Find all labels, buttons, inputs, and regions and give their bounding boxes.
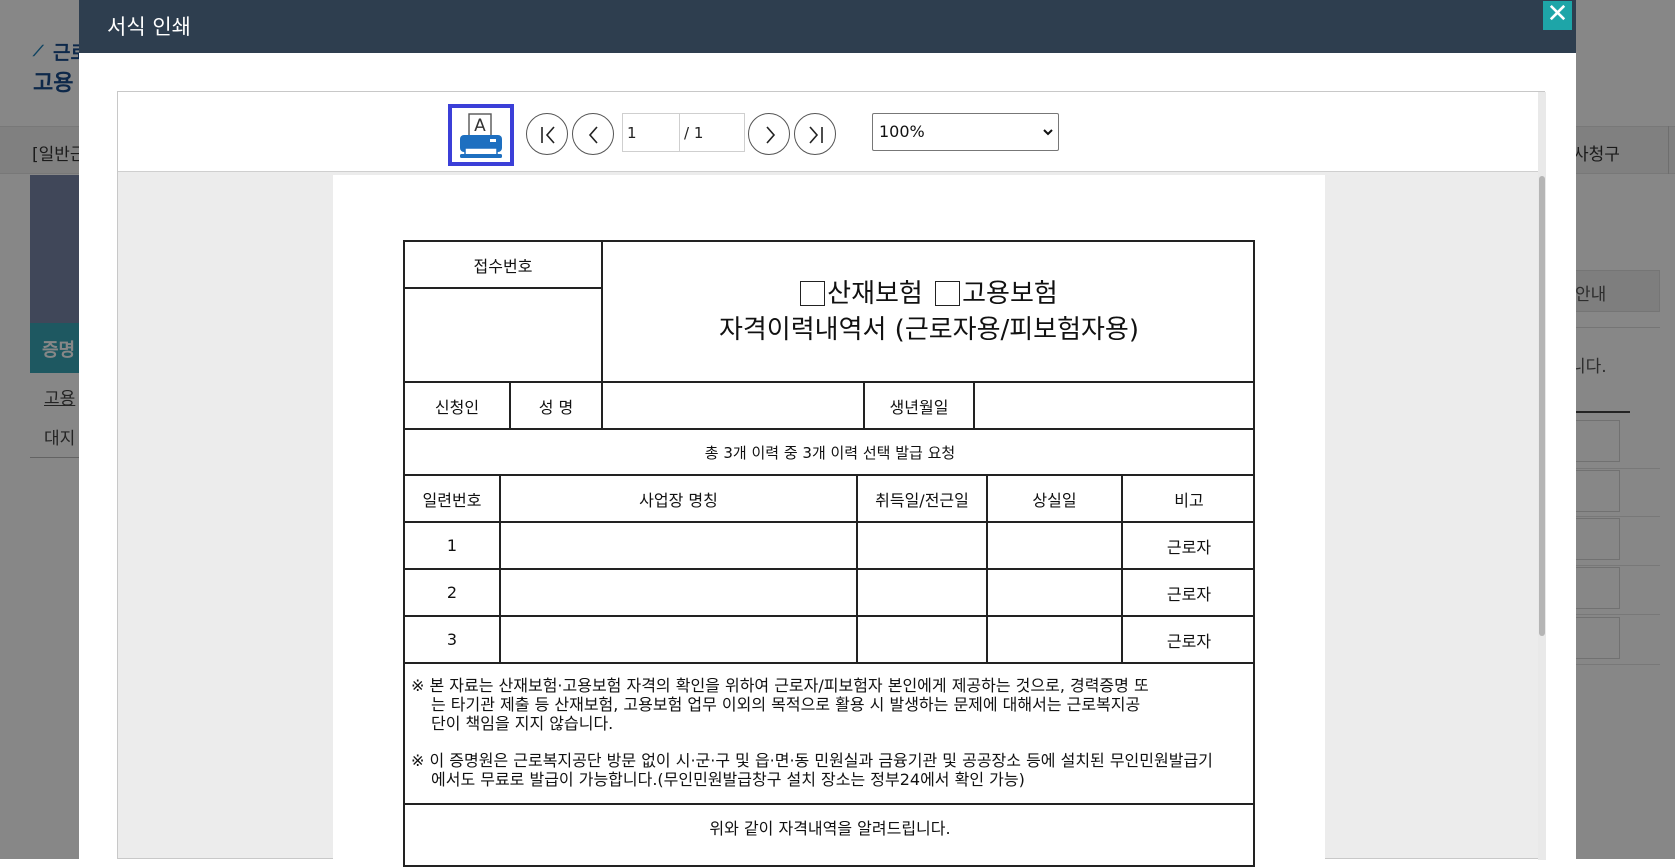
row-workplace <box>501 523 856 568</box>
birth-date-value <box>975 383 1255 428</box>
row-acquired <box>858 570 986 615</box>
name-label: 성 명 <box>538 397 574 417</box>
employment-insurance-checkbox[interactable] <box>935 280 961 306</box>
birth-date-label: 생년월일 <box>889 397 949 417</box>
form-title-row: 접수번호 산재보험 고용보험 자격이력내역서 (근로자용/피보험자용) <box>405 242 1253 383</box>
last-page-icon <box>809 126 823 144</box>
chevron-left-icon <box>588 126 598 144</box>
total-pages-label: / 1 <box>679 113 745 152</box>
applicant-row: 신청인 성 명 생년월일 <box>405 383 1253 430</box>
row-workplace <box>501 617 856 662</box>
row-note: 근로자 <box>1166 537 1212 557</box>
next-page-button[interactable] <box>748 113 790 155</box>
employment-insurance-label: 고용보험 <box>962 278 1058 309</box>
note-paragraph-2: ※ 이 증명원은 근로복지공단 방문 없이 시·군·구 및 읍·면·동 민원실과… <box>411 751 1213 789</box>
row-lost <box>988 617 1121 662</box>
viewer-toolbar: A 1 / 1 100% <box>118 92 1538 172</box>
row-serial: 1 <box>446 536 458 555</box>
footer-row: 위와 같이 자격내역을 알려드립니다. <box>405 805 1253 865</box>
printer-icon: A <box>460 113 502 158</box>
scrollbar-thumb[interactable] <box>1539 176 1545 636</box>
table-row: 1 근로자 <box>405 523 1253 570</box>
row-workplace <box>501 570 856 615</box>
report-viewer: A 1 / 1 100% 접수번호 산재보험 고용보험 자격이력내역서 (근로자… <box>117 91 1546 867</box>
chevron-down-icon <box>1043 129 1053 136</box>
modal-header: 서식 인쇄 <box>79 0 1576 53</box>
receipt-number-label: 접수번호 <box>405 242 601 289</box>
summary-text: 총 3개 이력 중 3개 이력 선택 발급 요청 <box>704 443 956 462</box>
row-acquired <box>858 523 986 568</box>
print-modal: 서식 인쇄 A 1 / 1 100% 접수번호 산재보험 고용보험 자격이력내역… <box>79 0 1576 867</box>
viewer-scrollbar[interactable] <box>1538 92 1546 860</box>
footer-text: 위와 같이 자격내역을 알려드립니다. <box>709 819 951 838</box>
modal-title: 서식 인쇄 <box>107 15 191 39</box>
notes-row: ※ 본 자료는 산재보험·고용보험 자격의 확인을 위하여 근로자/피보험자 본… <box>405 664 1253 805</box>
zoom-select[interactable]: 100% <box>872 113 1059 151</box>
table-row: 3 근로자 <box>405 617 1253 664</box>
chevron-right-icon <box>766 126 776 144</box>
column-header-note: 비고 <box>1174 490 1204 510</box>
last-page-button[interactable] <box>794 113 836 155</box>
table-row: 2 근로자 <box>405 570 1253 617</box>
column-header-lost: 상실일 <box>1032 490 1077 510</box>
industrial-insurance-checkbox[interactable] <box>800 280 826 306</box>
current-page-input[interactable]: 1 <box>622 113 679 152</box>
first-page-icon <box>541 126 555 144</box>
print-glyph: A <box>474 116 486 136</box>
first-page-button[interactable] <box>526 113 568 155</box>
applicant-label: 신청인 <box>434 397 480 417</box>
close-icon: ✕ <box>1546 0 1569 29</box>
column-header-acquired: 취득일/전근일 <box>875 490 969 510</box>
document-page: 접수번호 산재보험 고용보험 자격이력내역서 (근로자용/피보험자용) 신청인 … <box>333 175 1325 867</box>
print-button[interactable]: A <box>448 104 514 166</box>
row-lost <box>988 523 1121 568</box>
zoom-value: 100% <box>879 122 925 141</box>
row-note: 근로자 <box>1166 584 1212 604</box>
row-serial: 3 <box>446 630 458 649</box>
close-button[interactable]: ✕ <box>1543 1 1572 30</box>
row-note: 근로자 <box>1166 631 1212 651</box>
column-header-workplace: 사업장 명칭 <box>639 490 718 510</box>
qualification-history-form: 접수번호 산재보험 고용보험 자격이력내역서 (근로자용/피보험자용) 신청인 … <box>403 240 1255 867</box>
column-header-serial: 일련번호 <box>422 490 482 510</box>
name-value <box>603 383 863 428</box>
row-serial: 2 <box>446 583 458 602</box>
industrial-insurance-label: 산재보험 <box>827 278 923 309</box>
prev-page-button[interactable] <box>572 113 614 155</box>
form-title: 산재보험 고용보험 자격이력내역서 (근로자용/피보험자용) <box>603 242 1255 381</box>
insurance-type-line: 산재보험 고용보험 <box>800 276 1058 312</box>
note-paragraph-1: ※ 본 자료는 산재보험·고용보험 자격의 확인을 위하여 근로자/피보험자 본… <box>411 676 1149 733</box>
form-title-main: 자격이력내역서 (근로자용/피보험자용) <box>718 314 1140 345</box>
row-lost <box>988 570 1121 615</box>
summary-row: 총 3개 이력 중 3개 이력 선택 발급 요청 <box>405 430 1253 476</box>
table-header-row: 일련번호 사업장 명칭 취득일/전근일 상실일 비고 <box>405 476 1253 523</box>
notes-block: ※ 본 자료는 산재보험·고용보험 자격의 확인을 위하여 근로자/피보험자 본… <box>405 664 1253 789</box>
row-acquired <box>858 617 986 662</box>
